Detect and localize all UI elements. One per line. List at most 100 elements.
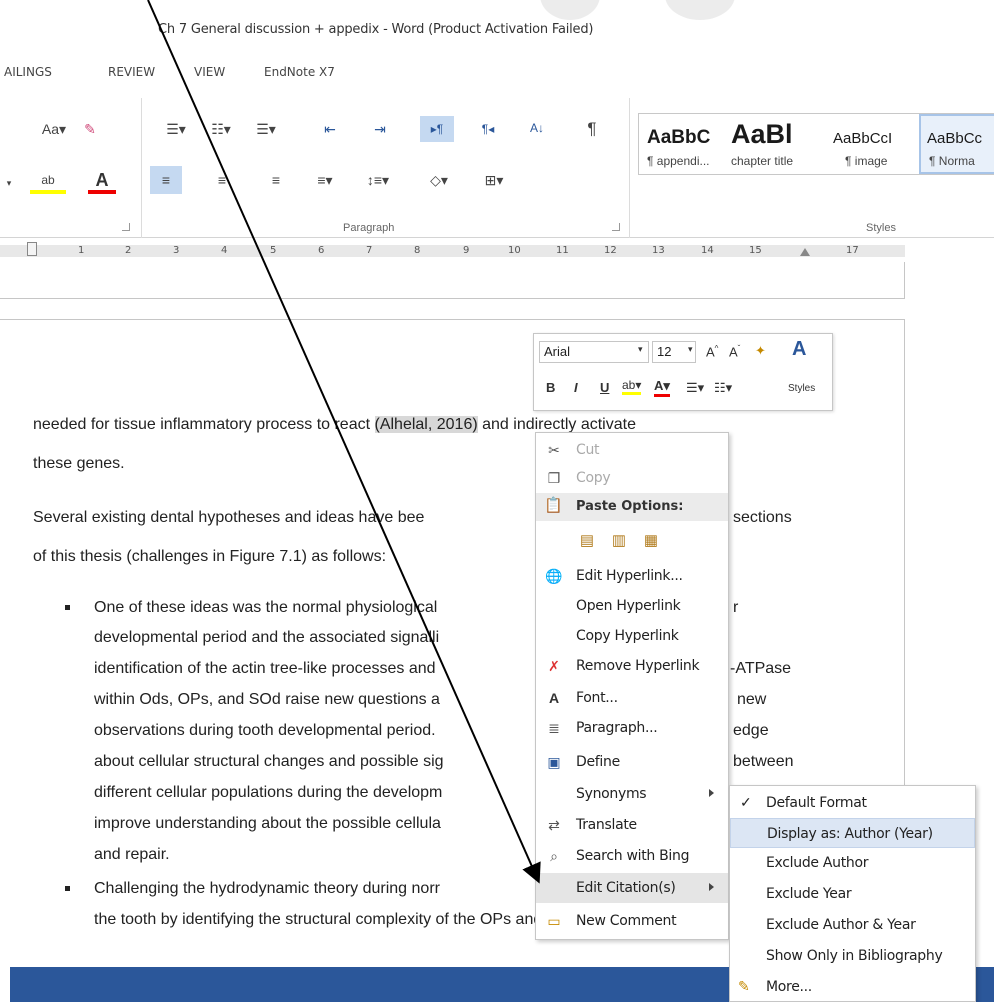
shading-button[interactable]: ◇▾: [418, 166, 460, 194]
submenu-item-more[interactable]: ✎ More...: [730, 972, 975, 1002]
menu-item-synonyms[interactable]: Synonyms: [536, 779, 728, 809]
dropdown-icon[interactable]: ▾: [4, 174, 14, 192]
underline-button[interactable]: U: [600, 380, 609, 395]
list-line: edge: [733, 722, 769, 739]
checkmark-icon: ✓: [740, 794, 752, 810]
paste-keep-source-icon[interactable]: ▤: [576, 529, 598, 551]
menu-item-paragraph[interactable]: ≣ Paragraph...: [536, 713, 728, 743]
group-separator: [629, 98, 630, 238]
styles-gallery: AaBbC ¶ appendi... AaBl chapter title Aa…: [638, 113, 994, 175]
ruler-number: 12: [604, 245, 617, 256]
window-title: Ch 7 General discussion + appedix - Word…: [158, 22, 594, 37]
ruler-number: 17: [846, 245, 859, 256]
bullets-icon[interactable]: ☰▾: [686, 380, 704, 396]
menu-item-font[interactable]: A Font...: [536, 683, 728, 713]
list-line: developmental period and the associated …: [94, 629, 440, 646]
font-color-icon[interactable]: A▾: [654, 378, 670, 397]
paste-merge-formatting-icon[interactable]: ▥: [608, 529, 630, 551]
styles-group-label: Styles: [866, 222, 896, 234]
styles-icon[interactable]: A: [792, 338, 806, 361]
globe-link-icon: 🌐: [545, 567, 563, 584]
clear-formatting-icon[interactable]: ✎: [78, 118, 102, 140]
citation-field[interactable]: (Alhelal, 2016): [374, 416, 478, 433]
format-painter-icon[interactable]: ✦: [755, 343, 766, 359]
borders-button[interactable]: ⊞▾: [474, 166, 514, 194]
numbering-button[interactable]: ☷▾: [205, 118, 237, 140]
highlight-color-button[interactable]: ab: [30, 170, 66, 194]
bullets-button[interactable]: ☰▾: [160, 118, 192, 140]
submenu-item-exclude-author[interactable]: Exclude Author: [730, 848, 975, 878]
menu-item-new-comment[interactable]: ▭ New Comment: [536, 906, 728, 936]
rtl-text-icon[interactable]: ¶◂: [474, 118, 502, 140]
submenu-item-display-author-year[interactable]: Display as: Author (Year): [730, 818, 975, 848]
align-center-icon[interactable]: ≡: [208, 166, 236, 194]
paste-text-only-icon[interactable]: ▦: [640, 529, 662, 551]
line-spacing-button[interactable]: ↕≡▾: [358, 166, 398, 194]
ruler-number: 5: [270, 245, 277, 256]
shrink-font-icon[interactable]: Aˇ: [729, 344, 740, 359]
submenu-item-exclude-author-year[interactable]: Exclude Author & Year: [730, 910, 975, 940]
style-chapter-title[interactable]: AaBl chapter title: [725, 114, 825, 174]
style-appendix[interactable]: AaBbC ¶ appendi...: [639, 114, 725, 174]
style-normal[interactable]: AaBbCc ¶ Norma: [919, 114, 994, 174]
font-color-button[interactable]: A: [88, 170, 116, 194]
ruler-number: 4: [221, 245, 228, 256]
justify-button[interactable]: ≡▾: [305, 166, 345, 194]
comment-icon: ▭: [547, 912, 561, 929]
list-line: improve understanding about the possible…: [94, 815, 441, 832]
indent-marker-icon[interactable]: [27, 242, 37, 256]
list-line: about cellular structural changes and po…: [94, 753, 444, 770]
multilevel-list-button[interactable]: ☰▾: [250, 118, 282, 140]
menu-item-search-bing[interactable]: ⌕ Search with Bing: [536, 841, 728, 871]
align-left-icon[interactable]: ≡: [150, 166, 182, 194]
submenu-arrow-icon: [709, 883, 714, 891]
tab-mailings[interactable]: AILINGS: [4, 65, 52, 79]
menu-item-remove-hyperlink[interactable]: ✗ Remove Hyperlink: [536, 651, 728, 681]
tab-view[interactable]: VIEW: [194, 65, 225, 79]
menu-item-edit-hyperlink[interactable]: 🌐 Edit Hyperlink...: [536, 561, 728, 591]
chevron-down-icon[interactable]: ▾: [638, 344, 643, 355]
chevron-down-icon[interactable]: ▾: [688, 344, 693, 355]
menu-item-cut[interactable]: ✂ Cut: [536, 435, 728, 465]
align-right-icon[interactable]: ≡: [262, 166, 290, 194]
ruler[interactable]: 1 2 3 4 5 6 7 8 9 10 11 12 13 14 15 17: [0, 240, 905, 262]
tab-review[interactable]: REVIEW: [108, 65, 155, 79]
style-image[interactable]: AaBbCcI ¶ image: [825, 114, 915, 174]
menu-item-copy-hyperlink[interactable]: Copy Hyperlink: [536, 621, 728, 651]
menu-item-define[interactable]: ▣ Define: [536, 747, 728, 777]
highlight-color-icon[interactable]: ab▾: [622, 378, 642, 395]
submenu-item-default-format[interactable]: ✓ Default Format: [730, 788, 975, 818]
show-marks-icon[interactable]: ¶: [580, 118, 604, 140]
dialog-launcher-icon[interactable]: [612, 223, 620, 231]
menu-item-edit-citations[interactable]: Edit Citation(s): [536, 873, 728, 903]
paragraph-icon: ≣: [548, 719, 560, 736]
tab-endnote[interactable]: EndNote X7: [264, 65, 335, 79]
styles-label[interactable]: Styles: [788, 383, 815, 394]
dialog-launcher-icon[interactable]: [122, 223, 130, 231]
increase-indent-icon[interactable]: ⇥: [368, 118, 392, 140]
submenu-item-exclude-year[interactable]: Exclude Year: [730, 879, 975, 909]
bold-button[interactable]: B: [546, 380, 555, 395]
right-indent-marker-icon[interactable]: [800, 248, 810, 256]
font-name-field[interactable]: Arial: [539, 341, 649, 363]
ruler-number: 6: [318, 245, 325, 256]
italic-button[interactable]: I: [574, 380, 578, 395]
menu-item-open-hyperlink[interactable]: Open Hyperlink: [536, 591, 728, 621]
list-line: different cellular populations during th…: [94, 784, 443, 801]
change-case-button[interactable]: Aa▾: [38, 118, 70, 140]
list-line: and repair.: [94, 846, 170, 863]
grow-font-icon[interactable]: A^: [706, 344, 718, 359]
menu-item-copy[interactable]: ❐ Copy: [536, 463, 728, 493]
menu-item-translate[interactable]: ⇄ Translate: [536, 810, 728, 840]
ltr-text-icon[interactable]: ▸¶: [420, 116, 454, 142]
numbering-icon[interactable]: ☷▾: [714, 380, 732, 396]
ruler-number: 1: [78, 245, 85, 256]
sort-icon[interactable]: A↓: [524, 116, 550, 140]
remove-link-icon: ✗: [548, 657, 560, 674]
submenu-item-show-only-bibliography[interactable]: Show Only in Bibliography: [730, 941, 975, 971]
page-previous: [0, 262, 905, 299]
ruler-track: [0, 245, 905, 257]
context-menu: ✂ Cut ❐ Copy 📋 Paste Options: ▤ ▥ ▦ 🌐 Ed…: [535, 432, 729, 940]
paragraph-group-label: Paragraph: [343, 222, 395, 234]
decrease-indent-icon[interactable]: ⇤: [318, 118, 342, 140]
